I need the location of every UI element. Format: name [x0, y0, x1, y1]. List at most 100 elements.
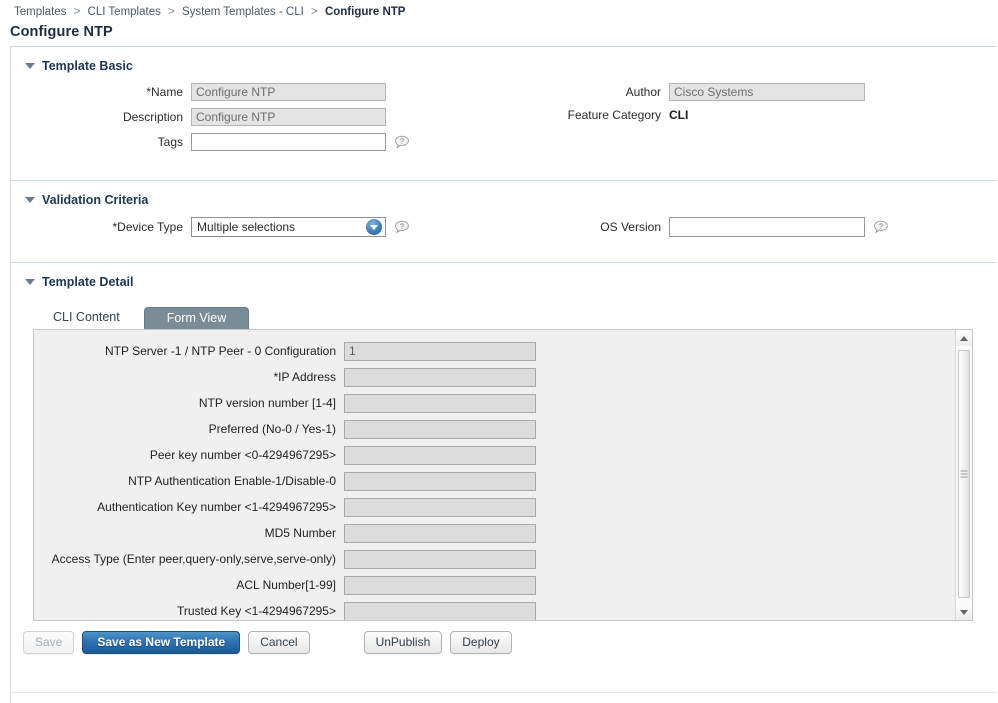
- tags-input[interactable]: [191, 133, 386, 151]
- field-row-os-version: OS Version ?: [531, 217, 996, 237]
- breadcrumb: Templates > CLI Templates > System Templ…: [0, 0, 998, 22]
- name-label: *Name: [146, 85, 183, 99]
- ntp-row: *IP Address: [34, 366, 972, 388]
- help-bubble-icon[interactable]: ?: [394, 135, 410, 150]
- action-button-bar: Save Save as New Template Cancel UnPubli…: [11, 621, 996, 654]
- save-button[interactable]: Save: [23, 631, 75, 654]
- section-header-validation-criteria[interactable]: Validation Criteria: [11, 181, 996, 217]
- scrollbar-track[interactable]: [956, 346, 972, 604]
- ntp-field-label: *IP Address: [273, 370, 336, 384]
- section-header-template-basic[interactable]: Template Basic: [11, 47, 996, 83]
- name-input[interactable]: [191, 83, 386, 101]
- template-basic-left-column: *Name Description Tags ?: [11, 83, 531, 158]
- ntp-field-label: NTP Authentication Enable-1/Disable-0: [128, 474, 336, 488]
- validation-criteria-body: *Device Type Multiple selections ? OS Ve…: [11, 217, 996, 244]
- section-header-template-detail[interactable]: Template Detail: [11, 263, 996, 299]
- ntp-field-label: NTP version number [1-4]: [198, 396, 336, 410]
- ntp-row: Authentication Key number <1-4294967295>: [34, 496, 972, 518]
- tab-form-view[interactable]: Form View: [143, 307, 250, 329]
- ntp-field-input[interactable]: [344, 367, 536, 387]
- form-view-scrollbar[interactable]: [955, 330, 972, 620]
- ntp-row: NTP Server -1 / NTP Peer - 0 Configurati…: [34, 340, 972, 362]
- template-basic-body: *Name Description Tags ?: [11, 83, 996, 158]
- description-input[interactable]: [191, 108, 386, 126]
- ntp-field-input[interactable]: [344, 497, 536, 517]
- ntp-field-label: Authentication Key number <1-4294967295>: [97, 500, 336, 514]
- triangle-down-icon[interactable]: [25, 197, 35, 203]
- save-as-new-template-button[interactable]: Save as New Template: [82, 631, 241, 654]
- scrollbar-grip-icon: [960, 469, 968, 480]
- tab-cli-content[interactable]: CLI Content: [39, 306, 134, 329]
- deploy-button[interactable]: Deploy: [450, 631, 512, 654]
- field-row-name: *Name: [11, 83, 531, 101]
- field-row-feature-category: Feature Category CLI: [531, 108, 996, 122]
- ntp-field-input[interactable]: [344, 471, 536, 491]
- ntp-form-rows: NTP Server -1 / NTP Peer - 0 Configurati…: [34, 330, 972, 620]
- svg-text:?: ?: [400, 223, 404, 230]
- device-type-label: *Device Type: [112, 220, 183, 234]
- ntp-field-label: Trusted Key <1-4294967295>: [176, 604, 336, 618]
- section-template-basic: Template Basic *Name Description Tags: [11, 47, 996, 180]
- breadcrumb-item-templates[interactable]: Templates: [14, 6, 66, 18]
- ntp-field-input[interactable]: [344, 549, 536, 569]
- validation-right-column: OS Version ?: [531, 217, 996, 244]
- os-version-label: OS Version: [600, 220, 661, 234]
- tags-label: Tags: [157, 135, 183, 149]
- scroll-down-arrow-icon[interactable]: [956, 604, 972, 620]
- ntp-row: Access Type (Enter peer,query-only,serve…: [34, 548, 972, 570]
- help-bubble-icon[interactable]: ?: [394, 220, 410, 235]
- ntp-field-label: MD5 Number: [264, 526, 336, 540]
- breadcrumb-item-cli-templates[interactable]: CLI Templates: [88, 6, 161, 18]
- triangle-down-icon[interactable]: [25, 63, 35, 69]
- author-label: Author: [625, 85, 661, 99]
- feature-category-label: Feature Category: [567, 108, 661, 122]
- section-template-detail: Template Detail CLI Content Form View NT…: [11, 263, 996, 693]
- ntp-row: ACL Number[1-99]: [34, 574, 972, 596]
- author-input[interactable]: [669, 83, 865, 101]
- scroll-up-arrow-icon[interactable]: [956, 330, 972, 346]
- ntp-field-input[interactable]: [344, 393, 536, 413]
- section-title: Template Basic: [42, 59, 133, 73]
- scrollbar-thumb[interactable]: [958, 350, 970, 598]
- ntp-field-input[interactable]: [344, 575, 536, 595]
- breadcrumb-separator: >: [168, 6, 175, 18]
- breadcrumb-item-system-templates-cli[interactable]: System Templates - CLI: [182, 6, 304, 18]
- triangle-down-icon[interactable]: [25, 279, 35, 285]
- feature-category-value: CLI: [669, 108, 689, 122]
- content-panel: Template Basic *Name Description Tags: [10, 46, 996, 703]
- template-basic-right-column: Author Feature Category CLI: [531, 83, 996, 158]
- field-row-description: Description: [11, 108, 531, 126]
- svg-text:?: ?: [400, 138, 404, 145]
- field-row-device-type: *Device Type Multiple selections ?: [11, 217, 531, 237]
- breadcrumb-item-configure-ntp: Configure NTP: [324, 6, 406, 18]
- breadcrumb-separator: >: [73, 6, 81, 18]
- ntp-field-label: ACL Number[1-99]: [236, 578, 336, 592]
- device-type-select[interactable]: Multiple selections: [191, 217, 386, 237]
- ntp-field-input[interactable]: [344, 523, 536, 543]
- os-version-input[interactable]: [669, 217, 865, 237]
- unpublish-button[interactable]: UnPublish: [363, 631, 443, 654]
- breadcrumb-separator: >: [311, 6, 318, 18]
- svg-text:?: ?: [879, 223, 883, 230]
- ntp-field-input[interactable]: [344, 341, 536, 361]
- section-title: Validation Criteria: [42, 193, 149, 207]
- ntp-field-input[interactable]: [344, 601, 536, 620]
- field-row-author: Author: [531, 83, 996, 101]
- device-type-selected-value: Multiple selections: [197, 220, 296, 234]
- ntp-field-label: Access Type (Enter peer,query-only,serve…: [51, 552, 336, 566]
- template-detail-tabs: CLI Content Form View: [11, 299, 996, 329]
- form-view-panel: NTP Server -1 / NTP Peer - 0 Configurati…: [33, 329, 973, 621]
- ntp-row: MD5 Number: [34, 522, 972, 544]
- ntp-field-label: NTP Server -1 / NTP Peer - 0 Configurati…: [105, 344, 336, 358]
- ntp-field-input[interactable]: [344, 445, 536, 465]
- ntp-field-input[interactable]: [344, 419, 536, 439]
- ntp-field-label: Peer key number <0-4294967295>: [149, 448, 336, 462]
- section-validation-criteria: Validation Criteria *Device Type Multipl…: [11, 181, 996, 262]
- chevron-down-icon[interactable]: [366, 219, 382, 235]
- ntp-row: Preferred (No-0 / Yes-1): [34, 418, 972, 440]
- ntp-field-label: Preferred (No-0 / Yes-1): [208, 422, 336, 436]
- ntp-row: NTP version number [1-4]: [34, 392, 972, 414]
- ntp-row: Peer key number <0-4294967295>: [34, 444, 972, 466]
- cancel-button[interactable]: Cancel: [248, 631, 310, 654]
- help-bubble-icon[interactable]: ?: [873, 220, 889, 235]
